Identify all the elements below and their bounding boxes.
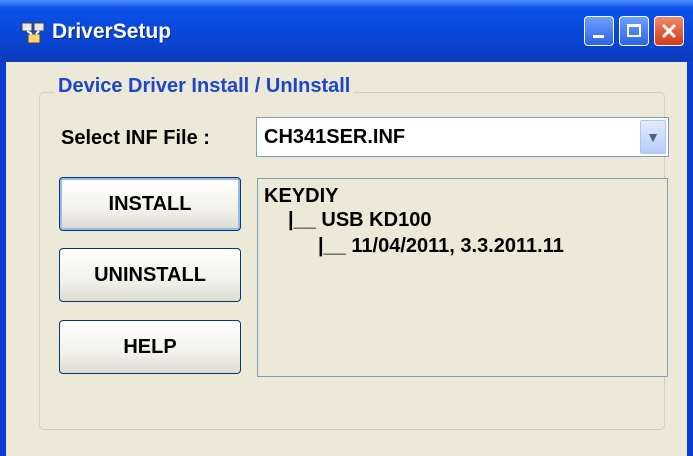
maximize-button[interactable] <box>619 16 649 46</box>
window-title: DriverSetup <box>52 20 172 43</box>
minimize-button[interactable] <box>584 16 614 46</box>
install-button[interactable]: INSTALL <box>59 177 241 231</box>
select-inf-label: Select INF File : <box>61 127 210 149</box>
inf-file-value: CH341SER.INF <box>264 126 406 148</box>
help-button[interactable]: HELP <box>59 320 241 374</box>
driver-info-tree[interactable]: KEYDIY |__ USB KD100 |__ 11/04/2011, 3.3… <box>257 178 668 377</box>
driver-setup-icon <box>21 22 45 44</box>
uninstall-button[interactable]: UNINSTALL <box>59 248 241 302</box>
tree-manufacturer: KEYDIY <box>264 185 339 207</box>
close-icon <box>661 23 677 39</box>
chevron-down-icon: ▼ <box>646 129 660 145</box>
close-button[interactable] <box>654 16 684 46</box>
inf-file-select[interactable]: CH341SER.INF ▼ <box>256 117 669 157</box>
driver-setup-window: DriverSetup Device Driver Install / UnIn… <box>0 0 693 456</box>
dropdown-button[interactable]: ▼ <box>640 120 666 154</box>
client-area: Device Driver Install / UnInstall Select… <box>6 62 687 456</box>
title-bar-highlight <box>0 0 693 6</box>
tree-version: |__ 11/04/2011, 3.3.2011.11 <box>318 235 564 257</box>
title-bar[interactable]: DriverSetup <box>0 0 693 62</box>
maximize-icon <box>627 24 641 37</box>
tree-device: |__ USB KD100 <box>288 209 432 231</box>
minimize-icon <box>593 35 604 38</box>
groupbox-title: Device Driver Install / UnInstall <box>54 75 355 98</box>
